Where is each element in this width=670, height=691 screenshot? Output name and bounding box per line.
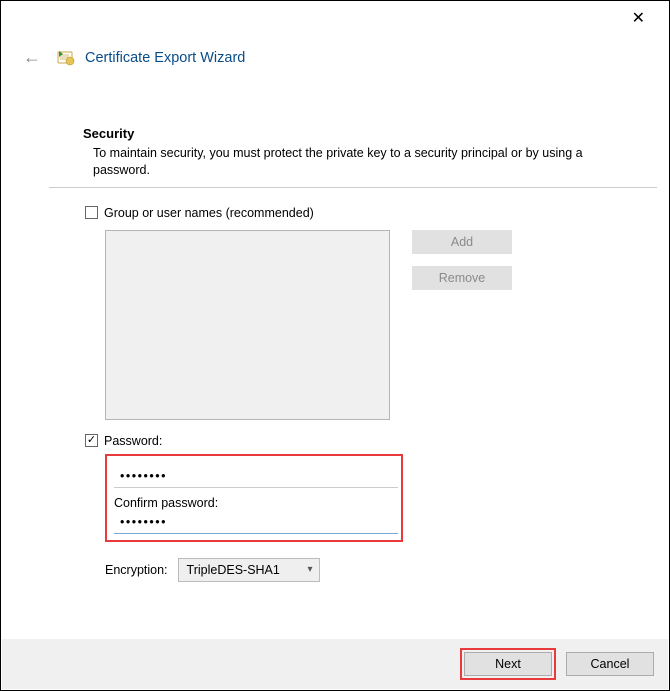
remove-button: Remove: [412, 266, 512, 290]
group-label: Group or user names (recommended): [104, 206, 314, 220]
next-button-highlight: Next: [460, 648, 556, 680]
group-principals-option: Group or user names (recommended): [85, 206, 635, 220]
confirm-password-field[interactable]: [114, 512, 398, 534]
password-checkbox[interactable]: ✓: [85, 434, 98, 447]
principals-buttons: Add Remove: [412, 230, 512, 290]
principals-listbox[interactable]: [105, 230, 390, 420]
wizard-footer: Next Cancel: [2, 639, 668, 689]
security-heading: Security: [83, 126, 635, 141]
wizard-header: ← Certificate Export Wizard: [1, 35, 669, 70]
next-button[interactable]: Next: [464, 652, 552, 676]
group-checkbox[interactable]: [85, 206, 98, 219]
confirm-password-label: Confirm password:: [114, 496, 394, 510]
encryption-row: Encryption: TripleDES-SHA1 ▾: [105, 558, 635, 582]
encryption-label: Encryption:: [105, 563, 168, 577]
back-button[interactable]: ←: [17, 45, 47, 70]
add-button: Add: [412, 230, 512, 254]
password-label: Password:: [104, 434, 162, 448]
password-option: ✓ Password:: [85, 434, 635, 448]
certificate-icon: [57, 49, 75, 67]
chevron-down-icon: ▾: [308, 564, 313, 575]
password-highlight: Confirm password:: [105, 454, 403, 542]
wizard-title: Certificate Export Wizard: [85, 50, 245, 66]
password-field[interactable]: [114, 466, 398, 488]
encryption-selected: TripleDES-SHA1: [187, 563, 280, 577]
cancel-button[interactable]: Cancel: [566, 652, 654, 676]
wizard-content: Security To maintain security, you must …: [1, 70, 669, 582]
security-description: To maintain security, you must protect t…: [83, 145, 635, 179]
group-principals-area: Add Remove: [105, 230, 635, 420]
encryption-dropdown[interactable]: TripleDES-SHA1 ▾: [178, 558, 320, 582]
close-button[interactable]: ✕: [622, 4, 655, 32]
titlebar: ✕: [1, 1, 669, 35]
divider: [49, 187, 657, 188]
